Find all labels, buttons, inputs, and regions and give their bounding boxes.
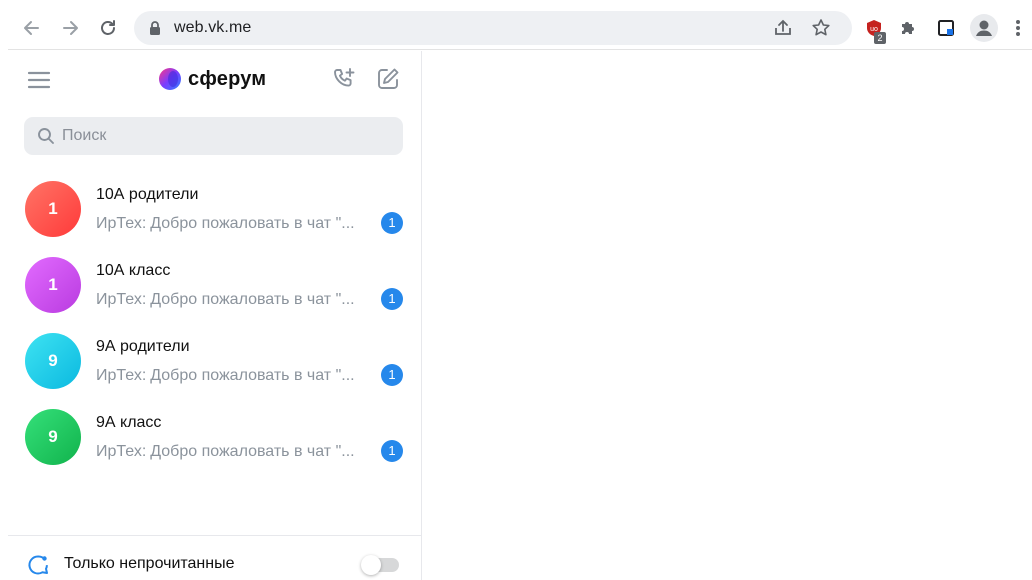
browser-menu-button[interactable] [1008, 14, 1028, 42]
chat-preview-author: ИрТех: [96, 443, 147, 460]
chat-preview-author: ИрТех: [96, 215, 147, 232]
chat-title: 10А родители [96, 186, 199, 203]
chat-avatar: 9 [25, 409, 81, 465]
conversation-pane [423, 51, 1032, 580]
chat-preview-author: ИрТех: [96, 367, 147, 384]
new-call-icon[interactable] [330, 65, 358, 93]
brand-name: сферум [188, 67, 267, 90]
chat-avatar: 9 [25, 333, 81, 389]
browser-toolbar: web.vk.me uo 2 [8, 6, 1032, 50]
unread-filter-toggle[interactable] [361, 555, 399, 575]
unread-badge: 1 [381, 288, 403, 310]
chat-list: 1 10А родители ИрТех: Добро пожаловать в … [8, 171, 422, 475]
extension-badge: 2 [874, 32, 886, 44]
arrow-right-icon [63, 21, 78, 35]
unread-chat-icon [28, 555, 48, 575]
chat-preview: ИрТех: Добро пожаловать в чат "... [96, 291, 355, 309]
chats-panel: сферум 1 10А родители ИрТех:Добро пожало… [8, 51, 422, 580]
sferum-logo: сферум [158, 65, 266, 93]
side-panel-icon [938, 20, 954, 36]
search-icon [38, 128, 54, 144]
chat-avatar: 1 [25, 257, 81, 313]
arrow-left-icon [24, 21, 39, 35]
chat-avatar: 1 [25, 181, 81, 237]
chat-item[interactable]: 9 9А класс ИрТех: Добро пожаловать в чат … [8, 399, 422, 475]
chat-item[interactable]: 1 10А родители ИрТех: Добро пожаловать в … [8, 171, 422, 247]
browser-window: web.vk.me uo 2 сферум Поиск 1 10А родите… [0, 0, 1032, 580]
profile-icon [976, 20, 992, 36]
side-panel-button[interactable] [932, 14, 960, 42]
lock-icon [150, 21, 160, 35]
star-icon[interactable] [810, 17, 832, 39]
extensions-button[interactable] [894, 14, 922, 42]
address-bar[interactable]: web.vk.me [134, 11, 852, 45]
toggle-knob [361, 555, 381, 575]
search-bar[interactable] [24, 117, 403, 155]
more-vertical-icon [1016, 20, 1020, 36]
chat-title: 9А родители [96, 338, 190, 355]
sferum-logo-icon [159, 68, 181, 90]
chat-preview-text: Добро пожаловать в чат "... [150, 443, 355, 460]
unread-badge: 1 [381, 212, 403, 234]
unread-badge: 1 [381, 440, 403, 462]
forward-button[interactable] [56, 14, 84, 42]
compose-icon[interactable] [374, 65, 402, 93]
unread-filter-label: Только непрочитанные [64, 555, 235, 572]
unread-filter-bar: Только непрочитанные [8, 535, 422, 580]
chat-title: 10А класс [96, 262, 171, 279]
search-input[interactable] [62, 127, 382, 145]
profile-button[interactable] [970, 14, 998, 42]
hamburger-menu-icon[interactable] [26, 67, 52, 93]
chat-preview-text: Добро пожаловать в чат "... [150, 215, 355, 232]
reload-icon [101, 20, 115, 35]
url-text: web.vk.me [174, 19, 252, 36]
chat-preview: ИрТех: Добро пожаловать в чат "... [96, 443, 355, 461]
share-icon[interactable] [772, 17, 794, 39]
reload-button[interactable] [94, 14, 122, 42]
chat-preview: ИрТех: Добро пожаловать в чат "... [96, 367, 355, 385]
chat-preview-text: Добро пожаловать в чат "... [150, 291, 355, 308]
chat-title: 9А класс [96, 414, 162, 431]
unread-badge: 1 [381, 364, 403, 386]
chat-item[interactable]: 1 10А класс ИрТех: Добро пожаловать в чат… [8, 247, 422, 323]
chat-item[interactable]: 9 9А родители ИрТех: Добро пожаловать в ч… [8, 323, 422, 399]
chat-preview-author: ИрТех: [96, 291, 147, 308]
back-button[interactable] [18, 14, 46, 42]
puzzle-icon [902, 22, 914, 34]
chat-preview-text: Добро пожаловать в чат "... [150, 367, 355, 384]
chat-preview: ИрТех: Добро пожаловать в чат "... [96, 215, 355, 233]
